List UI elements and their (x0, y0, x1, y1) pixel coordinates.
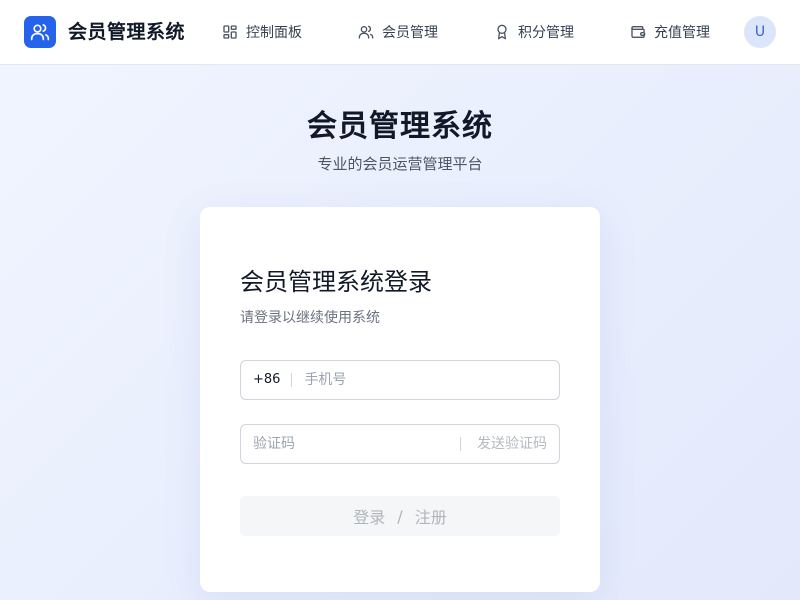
page-subtitle: 专业的会员运营管理平台 (317, 155, 483, 173)
dashboard-icon (223, 25, 237, 39)
send-code-button[interactable]: 发送验证码 (460, 437, 559, 451)
nav-item-members[interactable]: 会员管理 (358, 22, 438, 42)
phone-field: +86 (240, 360, 560, 400)
login-label: 登录 (353, 508, 386, 527)
users-icon (358, 25, 374, 39)
nav-item-label: 会员管理 (382, 25, 438, 41)
register-label: 注册 (414, 508, 447, 527)
nav-item-recharge[interactable]: 充值管理 (630, 22, 710, 42)
login-register-button[interactable]: 登录 / 注册 (240, 496, 560, 536)
wallet-icon (631, 26, 646, 38)
label-separator: / (397, 506, 403, 526)
verification-code-input[interactable] (241, 425, 460, 463)
app-title: 会员管理系统 (68, 21, 186, 43)
nav-item-points[interactable]: 积分管理 (494, 22, 574, 42)
nav-item-dashboard[interactable]: 控制面板 (222, 22, 302, 42)
login-card: 会员管理系统登录 请登录以继续使用系统 +86 发送验证码 登录 / 注册 (200, 207, 600, 592)
login-subtitle: 请登录以继续使用系统 (240, 310, 380, 326)
page-title: 会员管理系统 (307, 109, 493, 144)
login-title: 会员管理系统登录 (240, 268, 432, 296)
user-avatar[interactable]: U (744, 16, 776, 48)
phone-input[interactable] (292, 361, 559, 399)
country-code-prefix[interactable]: +86 (241, 373, 293, 387)
nav-item-label: 积分管理 (518, 25, 574, 41)
award-icon (497, 24, 507, 40)
verification-code-field: 发送验证码 (240, 424, 560, 464)
app-logo[interactable] (24, 16, 56, 48)
nav-item-label: 充值管理 (654, 25, 710, 41)
users-icon (30, 24, 50, 41)
top-navbar: 会员管理系统 控制面板 会员管理 积分管理 充值管理 U (0, 0, 800, 65)
nav-item-label: 控制面板 (246, 25, 302, 41)
